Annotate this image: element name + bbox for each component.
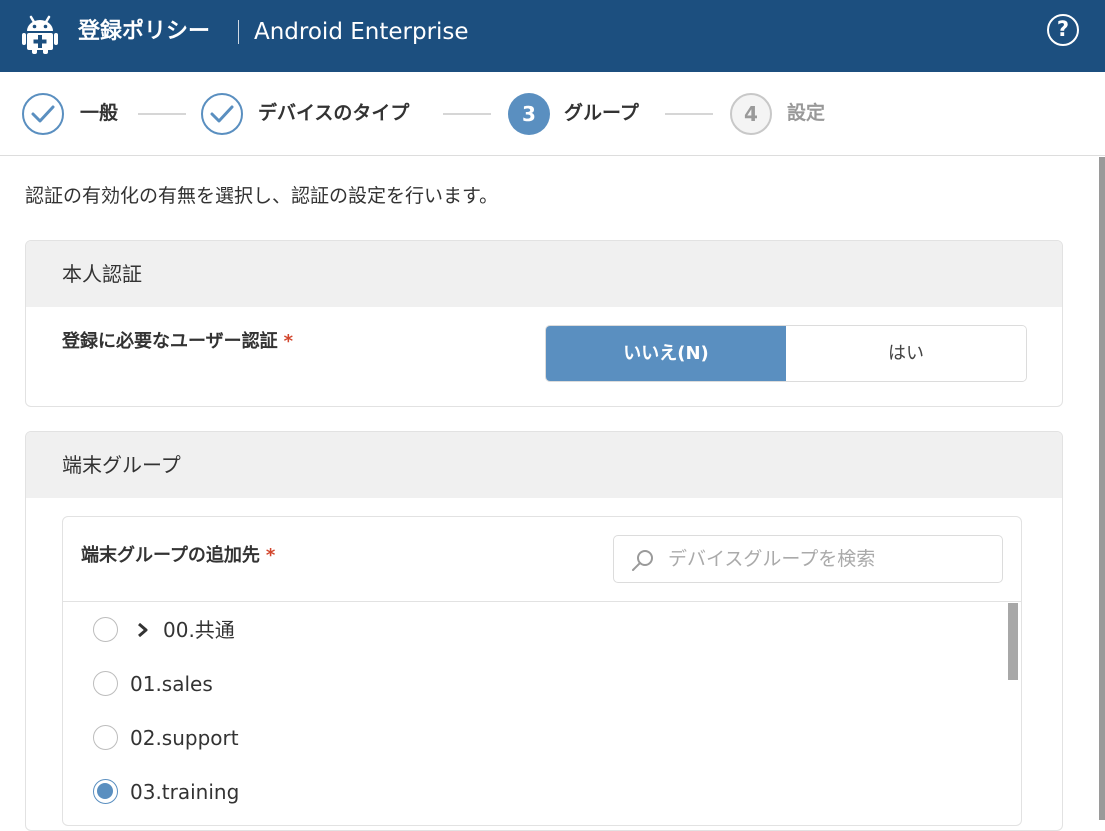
step-4-label: 設定 — [787, 102, 826, 124]
chevron-right-icon[interactable] — [133, 619, 153, 641]
group-radio[interactable] — [93, 671, 118, 696]
step-connector — [138, 113, 186, 115]
group-panel-title: 端末グループ — [26, 432, 1062, 498]
group-item[interactable]: 01.sales — [93, 669, 393, 699]
group-selector-header: 端末グループの追加先 * — [63, 517, 1021, 602]
required-mark: * — [283, 331, 294, 352]
step-3-label: グループ — [564, 102, 639, 124]
group-item[interactable]: 00.共通 — [93, 615, 393, 645]
required-mark: * — [265, 545, 276, 566]
step-1-check-icon[interactable] — [22, 93, 64, 135]
group-search — [613, 535, 1003, 583]
page-scrollbar[interactable] — [1099, 157, 1105, 820]
step-connector — [443, 113, 491, 115]
group-item-label: 02.support — [130, 726, 239, 750]
auth-yes-button[interactable]: はい — [786, 326, 1026, 381]
group-radio[interactable] — [93, 617, 118, 642]
group-item[interactable]: 02.support — [93, 723, 393, 753]
group-field-text: 端末グループの追加先 — [81, 545, 260, 566]
auth-field-text: 登録に必要なユーザー認証 — [62, 331, 278, 352]
help-icon[interactable]: ? — [1047, 14, 1079, 46]
search-icon — [632, 550, 653, 571]
step-1-label[interactable]: 一般 — [80, 100, 118, 126]
wizard-stepper: 一般 デバイスのタイプ 3 グループ 4 設定 — [0, 72, 1105, 156]
auth-panel: 本人認証 登録に必要なユーザー認証 * いいえ(N) はい — [25, 240, 1063, 407]
step-connector — [665, 113, 713, 115]
group-item-label: 01.sales — [130, 672, 213, 696]
group-panel: 端末グループ 端末グループの追加先* 00.共通 01.sales — [25, 431, 1063, 831]
group-field-label: 端末グループの追加先 * — [81, 543, 275, 569]
group-item-label: 03.training — [130, 780, 240, 804]
auth-panel-title: 本人認証 — [26, 241, 1062, 307]
auth-no-button[interactable]: いいえ(N) — [546, 326, 786, 381]
group-radio-selected[interactable] — [93, 779, 118, 804]
app-header: 登録ポリシー Android Enterprise ? — [0, 0, 1105, 72]
step-2-label[interactable]: デバイスのタイプ — [258, 100, 409, 126]
auth-field-label: 登録に必要なユーザー認証 * — [62, 329, 293, 355]
group-item-label: 00.共通 — [163, 618, 235, 642]
page-subtitle: Android Enterprise — [254, 19, 469, 45]
step-4-number: 4 — [730, 93, 772, 135]
group-search-input[interactable] — [668, 544, 988, 574]
group-item[interactable]: 03.training — [93, 777, 393, 807]
group-selector: 端末グループの追加先* 00.共通 01.sales 02.support — [62, 516, 1022, 826]
step-description: 認証の有効化の有無を選択し、認証の設定を行います。 — [25, 185, 499, 207]
android-logo-icon — [22, 15, 58, 54]
auth-toggle: いいえ(N) はい — [545, 325, 1027, 382]
group-list-scrollbar[interactable] — [1008, 603, 1018, 680]
page-title: 登録ポリシー — [78, 19, 211, 44]
group-radio[interactable] — [93, 725, 118, 750]
step-2-check-icon[interactable] — [201, 93, 243, 135]
title-divider — [238, 20, 239, 44]
step-3-number: 3 — [508, 93, 550, 135]
